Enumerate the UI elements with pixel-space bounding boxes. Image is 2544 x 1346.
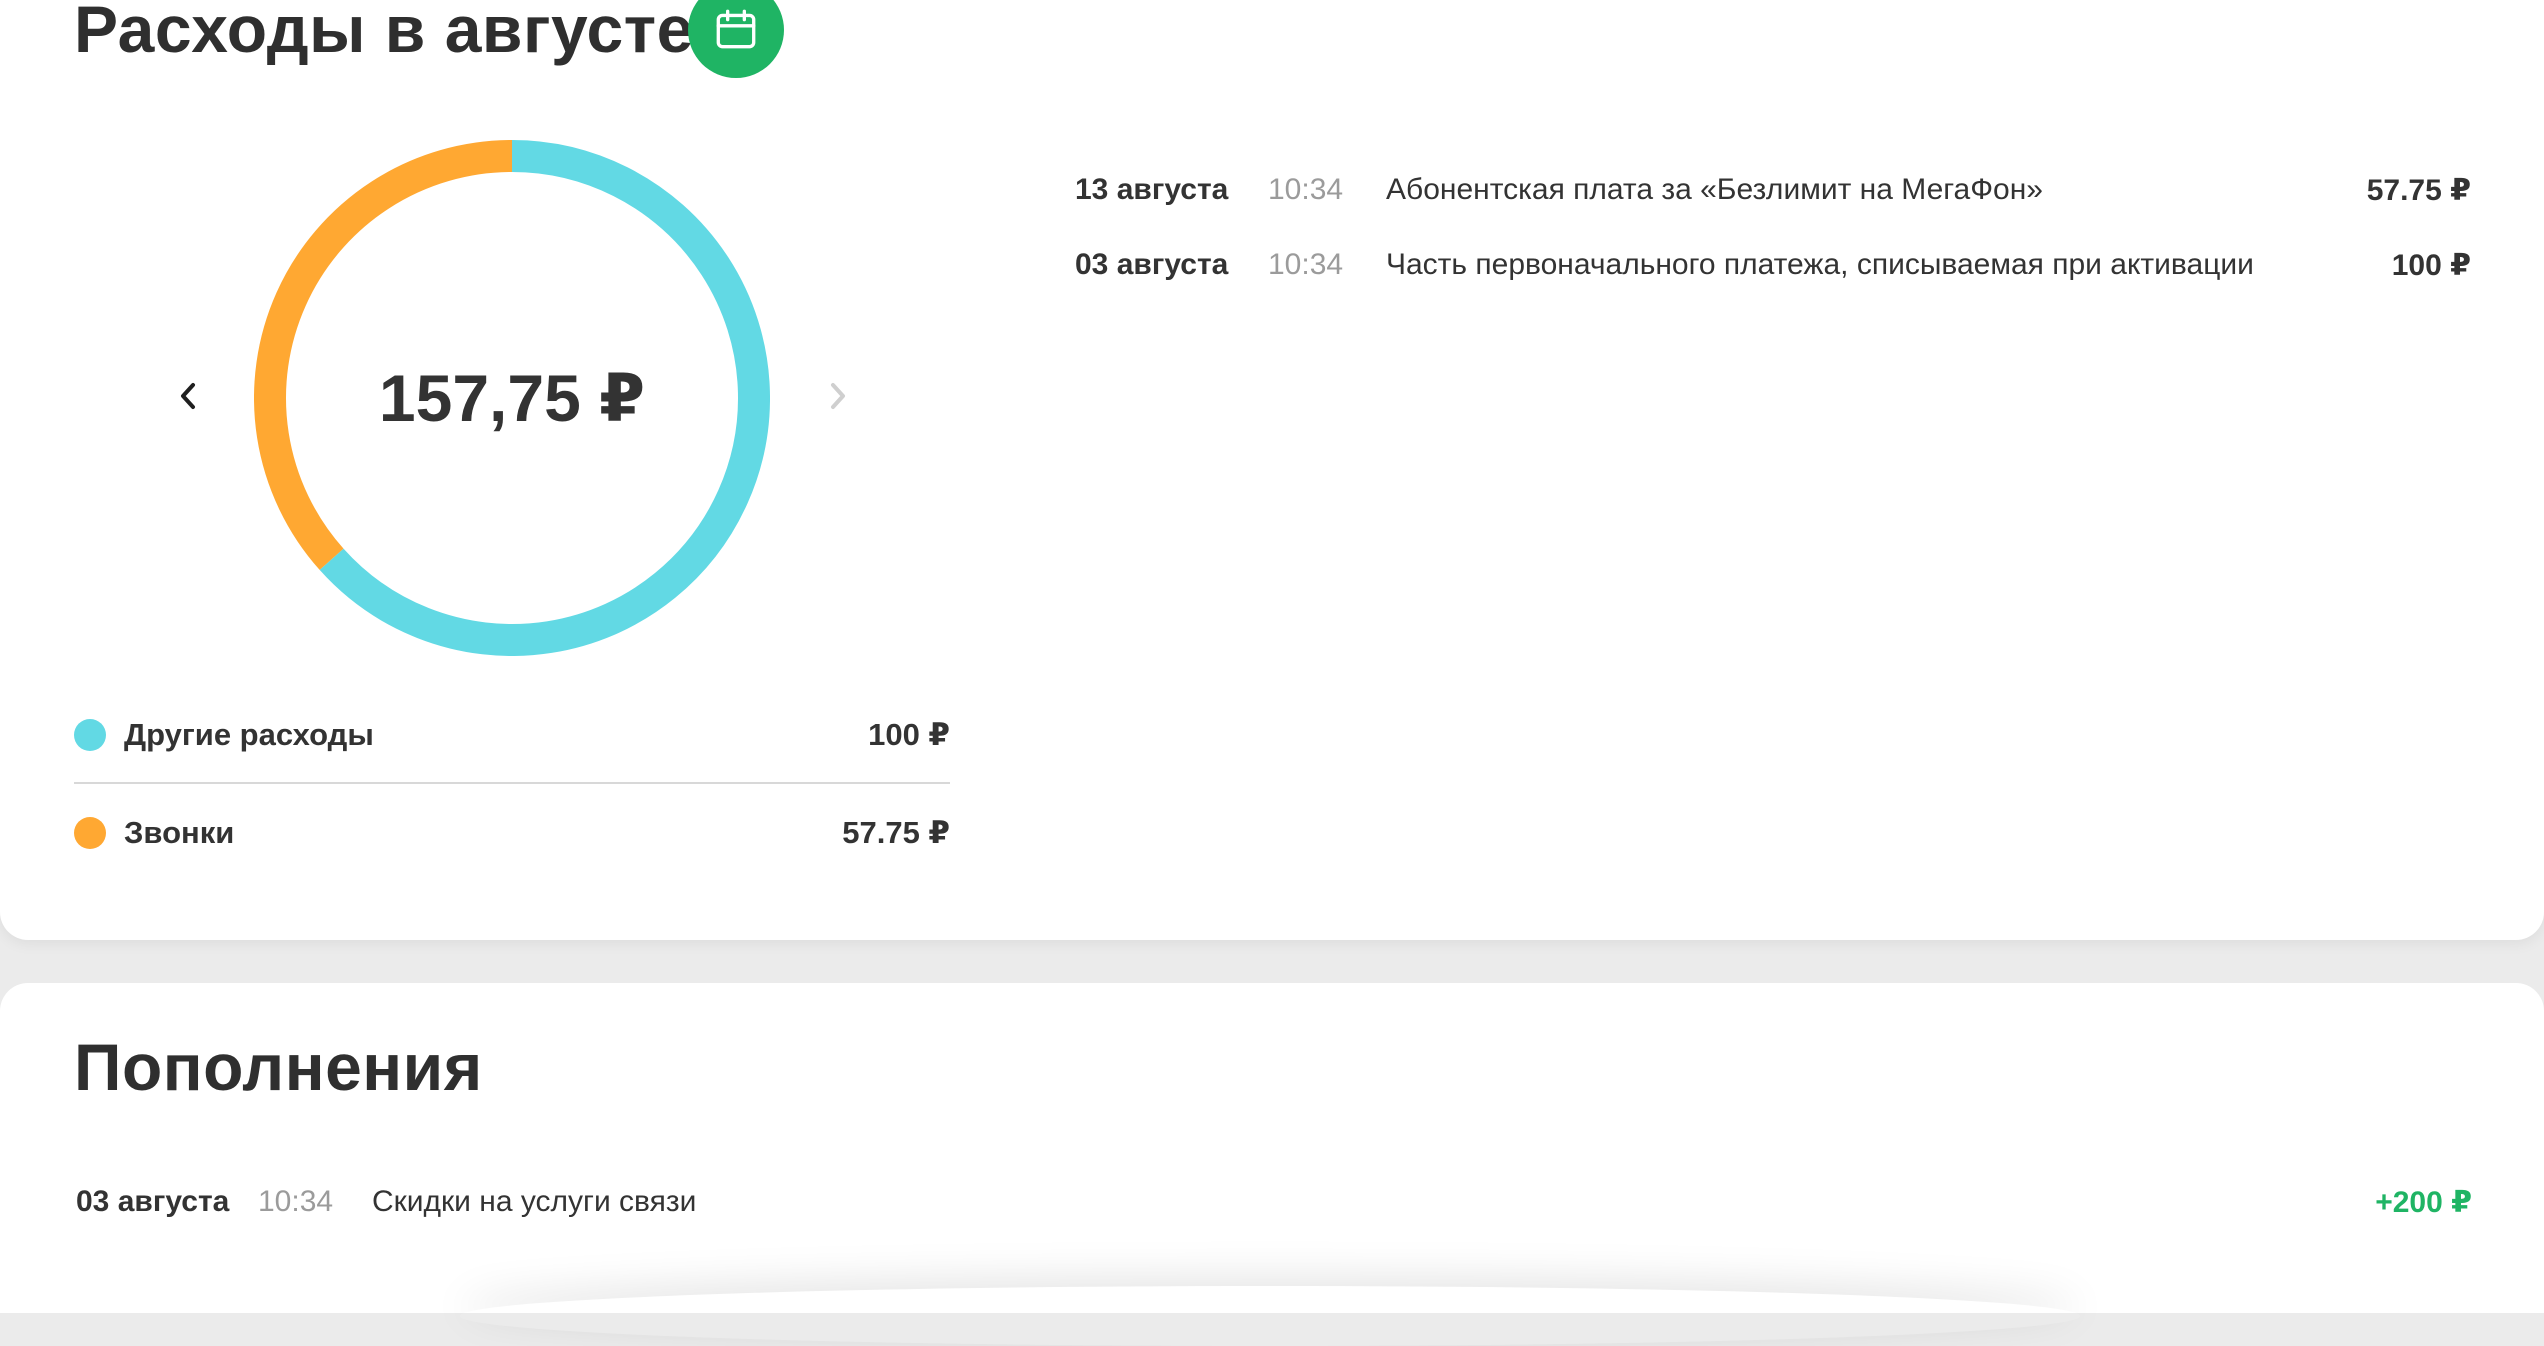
- legend-divider: [74, 782, 950, 784]
- legend-amount: 57.75 ₽: [842, 815, 950, 850]
- section-title: Пополнения: [74, 1030, 483, 1104]
- calendar-button[interactable]: [688, 0, 784, 78]
- transaction-date: 03 августа: [1075, 248, 1229, 281]
- legend-label: Другие расходы: [124, 717, 374, 752]
- page-title: Расходы в августе: [74, 0, 694, 66]
- expenses-card: Расходы в августе 157,75 ₽ Другие расход…: [0, 0, 2544, 940]
- topup-date: 03 августа: [76, 1185, 230, 1218]
- transaction-time: 10:34: [1268, 248, 1344, 281]
- transaction-date: 13 августа: [1075, 173, 1229, 206]
- chevron-right-icon: [831, 383, 845, 409]
- bottom-shadow: [460, 1286, 2080, 1346]
- legend-color-dot: [74, 719, 106, 751]
- legend-label: Звонки: [124, 815, 235, 850]
- chevron-left-icon: [181, 383, 195, 409]
- total-amount: 157,75 ₽: [378, 360, 646, 435]
- next-month-button[interactable]: [818, 376, 858, 416]
- legend-amount: 100 ₽: [868, 717, 950, 752]
- transaction-amount: 57.75 ₽: [2366, 173, 2471, 207]
- legend-color-dot: [74, 817, 106, 849]
- transaction-row: 13 августа 10:34 Абонентская плата за «Б…: [1075, 168, 2471, 212]
- topup-row: 03 августа 10:34 Скидки на услуги связи …: [76, 1180, 2472, 1224]
- calendar-icon: [716, 9, 756, 49]
- transaction-row: 03 августа 10:34 Часть первоначального п…: [1075, 243, 2471, 287]
- transaction-description: Абонентская плата за «Безлимит на МегаФо…: [1386, 173, 2043, 206]
- topups-card: Пополнения 03 августа 10:34 Скидки на ус…: [0, 983, 2544, 1313]
- legend-item-calls: Звонки 57.75 ₽: [74, 809, 950, 857]
- previous-month-button[interactable]: [168, 376, 208, 416]
- topup-amount: +200 ₽: [2375, 1185, 2472, 1219]
- legend-item-other-expenses: Другие расходы 100 ₽: [74, 711, 950, 759]
- expenses-donut-chart: 157,75 ₽: [254, 140, 770, 656]
- topup-description: Скидки на услуги связи: [372, 1185, 697, 1218]
- transaction-description: Часть первоначального платежа, списываем…: [1386, 248, 2254, 281]
- transaction-amount: 100 ₽: [2391, 248, 2471, 282]
- transaction-time: 10:34: [1268, 173, 1344, 206]
- topup-time: 10:34: [258, 1185, 334, 1218]
